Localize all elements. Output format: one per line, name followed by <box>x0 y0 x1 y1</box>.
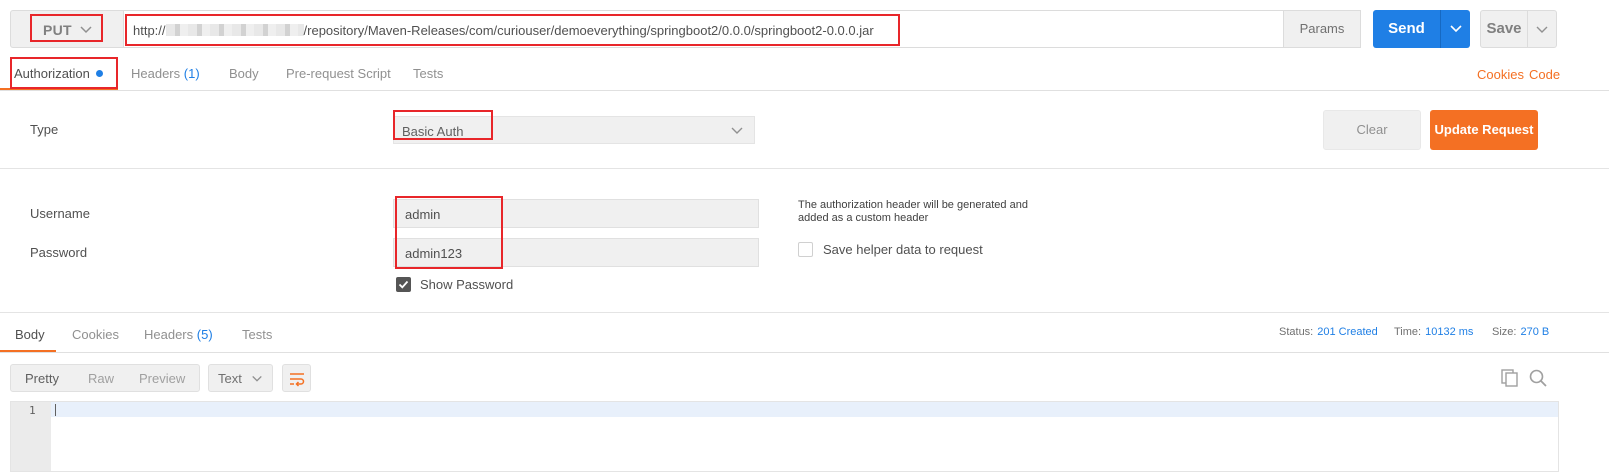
tab-authorization-label: Authorization <box>14 66 90 81</box>
checkmark-icon <box>398 280 409 289</box>
chevron-down-icon <box>731 127 743 134</box>
active-tab-indicator <box>0 88 118 90</box>
cookies-link[interactable]: Cookies <box>1477 67 1524 82</box>
send-button[interactable]: Send <box>1373 10 1440 48</box>
chevron-down-icon <box>1450 25 1462 33</box>
text-cursor <box>55 404 56 416</box>
method-label: PUT <box>43 22 72 38</box>
response-tab-cookies[interactable]: Cookies <box>72 327 119 342</box>
redacted-host <box>165 24 304 36</box>
url-text: http:// /repository/Maven-Releases/com/cu… <box>133 23 874 38</box>
save-button[interactable]: Save <box>1480 10 1528 48</box>
time-value: 10132 ms <box>1425 326 1474 338</box>
section-divider <box>0 168 1609 169</box>
response-time: Time: 10132 ms <box>1394 326 1473 338</box>
response-tab-headers[interactable]: Headers (5) <box>144 327 213 342</box>
url-input[interactable]: http:// /repository/Maven-Releases/com/cu… <box>124 10 1284 48</box>
search-icon[interactable] <box>1528 368 1548 388</box>
size-label: Size: <box>1492 326 1517 338</box>
password-input[interactable]: admin123 <box>393 238 759 267</box>
chevron-down-icon <box>252 375 262 382</box>
view-mode-toggle: Pretty Raw Preview <box>10 364 200 392</box>
size-value: 270 B <box>1520 326 1550 338</box>
wrap-lines-icon <box>290 373 305 387</box>
line-number: 1 <box>29 404 36 417</box>
view-pretty[interactable]: Pretty <box>25 371 59 386</box>
code-link[interactable]: Code <box>1529 67 1560 82</box>
method-select[interactable]: PUT <box>10 10 124 48</box>
response-status: Status: 201 Created <box>1279 326 1378 338</box>
auth-type-select[interactable]: Basic Auth <box>393 116 755 144</box>
auth-type-value: Basic Auth <box>402 124 464 139</box>
tab-pre-request-script[interactable]: Pre-request Script <box>286 66 391 81</box>
save-helper-label: Save helper data to request <box>823 242 983 257</box>
format-select[interactable]: Text <box>208 364 273 392</box>
headers-count: (1) <box>183 66 200 81</box>
response-headers-count: (5) <box>196 327 213 342</box>
tab-tests[interactable]: Tests <box>413 66 443 81</box>
request-bar: PUT http:// /repository/Maven-Releases/co… <box>0 0 1609 58</box>
active-line-highlight <box>51 402 1558 417</box>
copy-icon[interactable] <box>1500 368 1520 388</box>
line-gutter: 1 <box>11 402 51 471</box>
update-request-button[interactable]: Update Request <box>1430 110 1538 150</box>
username-value: admin <box>405 207 441 222</box>
chevron-down-icon <box>1536 26 1548 33</box>
save-helper-checkbox[interactable] <box>798 242 813 257</box>
url-path: /repository/Maven-Releases/com/curiouser… <box>303 23 874 38</box>
view-preview[interactable]: Preview <box>139 371 185 386</box>
wrap-lines-button[interactable] <box>282 364 311 392</box>
response-tabs: Body Cookies Headers (5) Tests Status: 20… <box>0 313 1609 353</box>
password-label: Password <box>30 245 88 260</box>
url-prefix: http:// <box>133 23 166 38</box>
show-password-label: Show Password <box>420 277 514 292</box>
tab-authorization[interactable]: Authorization <box>14 66 103 81</box>
active-tab-indicator <box>0 350 56 352</box>
params-button[interactable]: Params <box>1283 10 1361 48</box>
view-raw[interactable]: Raw <box>88 371 114 386</box>
status-label: Status: <box>1279 326 1314 338</box>
password-value: admin123 <box>405 246 463 261</box>
tab-headers[interactable]: Headers (1) <box>131 66 200 81</box>
username-label: Username <box>30 206 90 221</box>
chevron-down-icon <box>80 26 92 34</box>
response-tab-headers-label: Headers <box>144 327 194 342</box>
tab-body[interactable]: Body <box>229 66 259 81</box>
status-value: 201 Created <box>1317 326 1378 338</box>
show-password-checkbox[interactable] <box>396 277 411 292</box>
modified-dot-icon <box>95 70 103 77</box>
helper-note: The authorization header will be generat… <box>798 199 1028 224</box>
request-tabs: Authorization Headers (1) Body Pre-reque… <box>0 58 1609 91</box>
tab-headers-label: Headers <box>131 66 181 81</box>
time-label: Time: <box>1394 326 1422 338</box>
send-dropdown-button[interactable] <box>1440 10 1470 48</box>
type-label: Type <box>30 122 59 137</box>
response-tab-body[interactable]: Body <box>15 327 45 342</box>
response-size: Size: 270 B <box>1492 326 1549 338</box>
response-body-editor[interactable]: 1 <box>10 401 1559 472</box>
username-input[interactable]: admin <box>393 199 759 228</box>
response-tab-tests[interactable]: Tests <box>242 327 272 342</box>
format-value: Text <box>218 371 242 386</box>
clear-button[interactable]: Clear <box>1323 110 1421 150</box>
save-dropdown-button[interactable] <box>1527 10 1557 48</box>
